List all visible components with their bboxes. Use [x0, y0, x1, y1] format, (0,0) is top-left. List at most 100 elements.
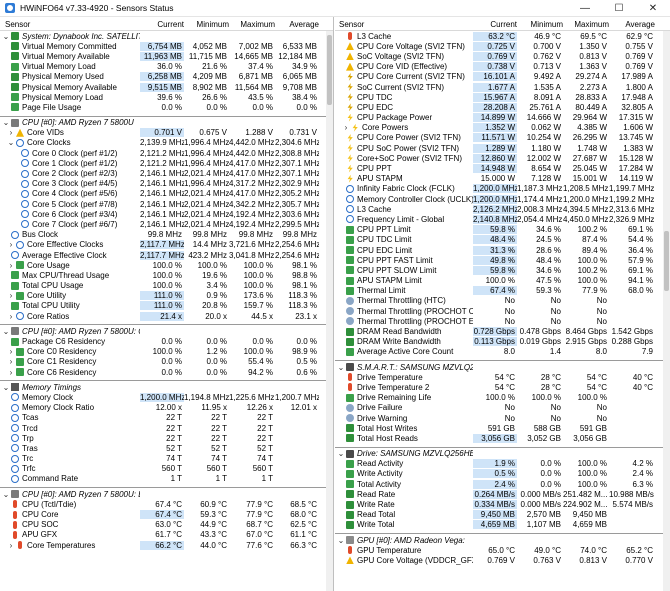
sensor-row[interactable]: CPU Core Voltage (SVI2 TFN) 0.725 V 0.700 …: [335, 41, 670, 51]
sensor-row[interactable]: CPU PPT SLOW Limit 59.8 % 34.6 % 100.2 % 69.…: [335, 265, 670, 275]
sensor-row[interactable]: Write Total 4,659 MB 1,107 MB 4,659 MB: [335, 520, 670, 530]
collapse-chevron-icon[interactable]: ⌄: [337, 536, 345, 545]
sensor-row[interactable]: DRAM Read Bandwidth 0.728 Gbps 0.478 Gbps 8…: [335, 326, 670, 337]
sensor-row[interactable]: › Core Effective Clocks 2,117.7 MHz 14.4 MH…: [0, 240, 333, 250]
sensor-row[interactable]: CPU Package Power 14.899 W 14.666 W 29.964 …: [335, 113, 670, 123]
expand-chevron-icon[interactable]: ›: [7, 291, 15, 300]
sensor-row[interactable]: APU STAPM Limit 100.0 % 47.5 % 100.0 % 94.1 …: [335, 276, 670, 286]
sensor-row[interactable]: Virtual Memory Load 36.0 % 21.6 % 37.4 % 34.…: [0, 62, 333, 72]
collapse-chevron-icon[interactable]: ⌄: [2, 490, 10, 499]
expand-chevron-icon[interactable]: ›: [7, 357, 15, 366]
sensor-row[interactable]: Core 7 Clock (perf #6/7) 2,146.1 MHz 2,021…: [0, 219, 333, 229]
sensor-row[interactable]: Memory Controller Clock (UCLK) 1,200.0 MH…: [335, 194, 670, 204]
collapse-chevron-icon[interactable]: ⌄: [2, 32, 10, 41]
sensor-row[interactable]: Tcas 22 T 22 T 22 T: [0, 413, 333, 423]
maximize-button[interactable]: ☐: [602, 0, 636, 17]
sensor-row[interactable]: › Core Utility 111.0 % 0.9 % 173.6 % 118.3 %: [0, 291, 333, 301]
sensor-row[interactable]: Total CPU Utility 111.0 % 20.8 % 159.7 % 118…: [0, 301, 333, 311]
sensor-row[interactable]: Total Activity 2.4 % 0.0 % 100.0 % 6.3 %: [335, 479, 670, 489]
collapse-chevron-icon[interactable]: ⌄: [2, 383, 10, 392]
sensor-group-header[interactable]: ⌄ CPU [#0]: AMD Ryzen 7 5800U: En...: [0, 489, 333, 499]
sensor-row[interactable]: Drive Temperature 2 54 °C 28 °C 54 °C 40 °C: [335, 382, 670, 392]
sensor-group-header[interactable]: ⌄ CPU [#0]: AMD Ryzen 7 5800U: [0, 118, 333, 128]
expand-chevron-icon[interactable]: ›: [7, 240, 15, 249]
sensor-group-header[interactable]: ⌄ Drive: SAMSUNG MZVLQ256HEJD-...: [335, 449, 670, 459]
expand-chevron-icon[interactable]: ›: [7, 347, 15, 356]
sensor-row[interactable]: Trc 74 T 74 T 74 T: [0, 454, 333, 464]
sensor-row[interactable]: Virtual Memory Available 11,963 MB 11,715 …: [0, 51, 333, 61]
maximum-column-header[interactable]: Maximum: [229, 17, 275, 30]
sensor-row[interactable]: Read Total 9,450 MB 2,570 MB 9,450 MB: [335, 510, 670, 520]
sensor-row[interactable]: L3 Cache 63.2 °C 46.9 °C 69.5 °C 62.9 °C: [335, 31, 670, 41]
sensor-row[interactable]: Drive Warning No No No: [335, 413, 670, 423]
sensor-row[interactable]: Physical Memory Load 39.6 % 26.6 % 43.5 % 38…: [0, 92, 333, 102]
sensor-row[interactable]: CPU PPT FAST Limit 49.8 % 48.4 % 100.0 % 57.…: [335, 255, 670, 265]
sensor-row[interactable]: Read Rate 0.264 MB/s 0.000 MB/s 251.482 M..…: [335, 489, 670, 499]
sensor-row[interactable]: Core 1 Clock (perf #1/2) 2,121.2 MHz 1,996…: [0, 158, 333, 168]
sensor-row[interactable]: Bus Clock 99.8 MHz 99.8 MHz 99.8 MHz 99.8 MH…: [0, 230, 333, 240]
sensor-row[interactable]: GPU Core Voltage (VDDCR_GFX) 0.769 V 0.763…: [335, 555, 670, 565]
sensor-row[interactable]: Physical Memory Available 9,515 MB 8,902 M…: [0, 82, 333, 92]
sensor-row[interactable]: Tras 52 T 52 T 52 T: [0, 443, 333, 453]
sensor-row[interactable]: › Core Usage 100.0 % 100.0 % 100.0 % 98.1 %: [0, 260, 333, 270]
average-column-header[interactable]: Average: [609, 17, 655, 30]
sensor-row[interactable]: Drive Remaining Life 100.0 % 100.0 % 100.0 …: [335, 393, 670, 403]
sensor-group-header[interactable]: ⌄ System: Dynabook Inc. SATELLITE ...: [0, 31, 333, 41]
sensor-row[interactable]: GPU Temperature 65.0 °C 49.0 °C 74.0 °C 65.2…: [335, 545, 670, 555]
sensor-row[interactable]: Max CPU/Thread Usage 100.0 % 19.6 % 100.0 %…: [0, 270, 333, 280]
sensor-row[interactable]: › Core Temperatures 66.2 °C 44.0 °C 77.6 °C 6…: [0, 540, 333, 550]
collapse-chevron-icon[interactable]: ⌄: [337, 449, 345, 458]
sensor-row[interactable]: Thermal Throttling (HTC) No No No: [335, 296, 670, 306]
sensor-row[interactable]: Write Activity 0.5 % 0.0 % 100.0 % 2.4 %: [335, 469, 670, 479]
current-column-header[interactable]: Current: [473, 17, 517, 30]
expand-chevron-icon[interactable]: ›: [7, 541, 15, 550]
sensor-row[interactable]: CPU Core VID (Effective) 0.738 V 0.713 V 1.…: [335, 62, 670, 72]
sensor-column-header[interactable]: Sensor: [0, 17, 140, 30]
sensor-row[interactable]: › Core Powers 1.352 W 0.062 W 4.385 W 1.606 W: [335, 123, 670, 133]
minimum-column-header[interactable]: Minimum: [517, 17, 563, 30]
sensor-row[interactable]: CPU TDC 15.967 A 8.091 A 28.833 A 17.948 A: [335, 92, 670, 102]
sensor-row[interactable]: CPU (Tctl/Tdie) 67.4 °C 60.9 °C 77.9 °C 68.5…: [0, 499, 333, 509]
right-scrollbar[interactable]: [663, 31, 670, 591]
sensor-column-header[interactable]: Sensor: [335, 17, 473, 30]
expand-chevron-icon[interactable]: ›: [7, 368, 15, 377]
sensor-row[interactable]: Average Effective Clock 2,117.7 MHz 423.2 …: [0, 250, 333, 260]
sensor-row[interactable]: Command Rate 1 T 1 T 1 T: [0, 474, 333, 484]
sensor-row[interactable]: Core 2 Clock (perf #2/3) 2,146.1 MHz 2,021…: [0, 168, 333, 178]
sensor-row[interactable]: CPU Core Current (SVI2 TFN) 16.101 A 9.492…: [335, 72, 670, 82]
sensor-row[interactable]: › Core VIDs 0.701 V 0.675 V 1.288 V 0.731 V: [0, 128, 333, 138]
sensor-row[interactable]: Infinity Fabric Clock (FCLK) 1,200.0 MHz 1…: [335, 184, 670, 194]
average-column-header[interactable]: Average: [275, 17, 319, 30]
sensor-row[interactable]: Total Host Reads 3,056 GB 3,052 GB 3,056 GB: [335, 433, 670, 443]
sensor-row[interactable]: SoC Current (SVI2 TFN) 1.677 A 1.535 A 2.27…: [335, 82, 670, 92]
sensor-row[interactable]: Frequency Limit - Global 2,140.8 MHz 2,054…: [335, 214, 670, 224]
sensor-row[interactable]: Thermal Limit 67.4 % 59.3 % 77.9 % 68.0 %: [335, 286, 670, 296]
sensor-row[interactable]: CPU Core 67.4 °C 59.3 °C 77.9 °C 68.0 °C: [0, 509, 333, 520]
sensor-row[interactable]: CPU EDC 28.208 A 25.761 A 80.449 A 32.805 A: [335, 102, 670, 112]
sensor-row[interactable]: CPU SoC Power (SVI2 TFN) 1.289 W 1.180 W 1.…: [335, 143, 670, 153]
sensor-row[interactable]: › Core C6 Residency 0.0 % 0.0 % 94.2 % 0.6 %: [0, 367, 333, 377]
sensor-row[interactable]: CPU EDC Limit 31.3 % 28.6 % 89.4 % 36.4 %: [335, 245, 670, 255]
sensor-row[interactable]: ⌄ Core Clocks 2,139.9 MHz 1,996.4 MHz 4,442.…: [0, 138, 333, 148]
sensor-row[interactable]: Page File Usage 0.0 % 0.0 % 0.0 % 0.0 %: [0, 102, 333, 112]
right-scrollbar-thumb[interactable]: [664, 231, 669, 291]
sensor-row[interactable]: Trcd 22 T 22 T 22 T: [0, 423, 333, 433]
sensor-row[interactable]: CPU TDC Limit 48.4 % 24.5 % 87.4 % 54.4 %: [335, 235, 670, 245]
sensor-group-header[interactable]: ⌄ CPU [#0]: AMD Ryzen 7 5800U: C-...: [0, 326, 333, 336]
sensor-row[interactable]: Average Active Core Count 8.0 1.4 8.0 7.9: [335, 347, 670, 357]
close-button[interactable]: ✕: [636, 0, 670, 17]
sensor-group-header[interactable]: ⌄ S.M.A.R.T.: SAMSUNG MZVLQ256...: [335, 362, 670, 372]
sensor-row[interactable]: Trfc 560 T 560 T 560 T: [0, 464, 333, 474]
collapse-chevron-icon[interactable]: ⌄: [7, 138, 15, 147]
sensor-row[interactable]: Drive Failure No No No: [335, 403, 670, 413]
current-column-header[interactable]: Current: [140, 17, 184, 30]
sensor-row[interactable]: DRAM Write Bandwidth 0.113 Gbps 0.019 Gbps…: [335, 337, 670, 347]
sensor-row[interactable]: Virtual Memory Committed 6,754 MB 4,052 MB…: [0, 41, 333, 51]
sensor-row[interactable]: Memory Clock Ratio 12.00 x 11.95 x 12.26 x 1…: [0, 403, 333, 413]
sensor-row[interactable]: Memory Clock 1,200.0 MHz 1,194.8 MHz 1,225.…: [0, 392, 333, 402]
sensor-row[interactable]: Total Host Writes 591 GB 588 GB 591 GB: [335, 423, 670, 433]
left-scrollbar[interactable]: [326, 31, 333, 591]
minimize-button[interactable]: —: [568, 0, 602, 17]
collapse-chevron-icon[interactable]: ⌄: [2, 118, 10, 127]
sensor-row[interactable]: CPU SOC 63.0 °C 44.9 °C 68.7 °C 62.5 °C: [0, 520, 333, 530]
